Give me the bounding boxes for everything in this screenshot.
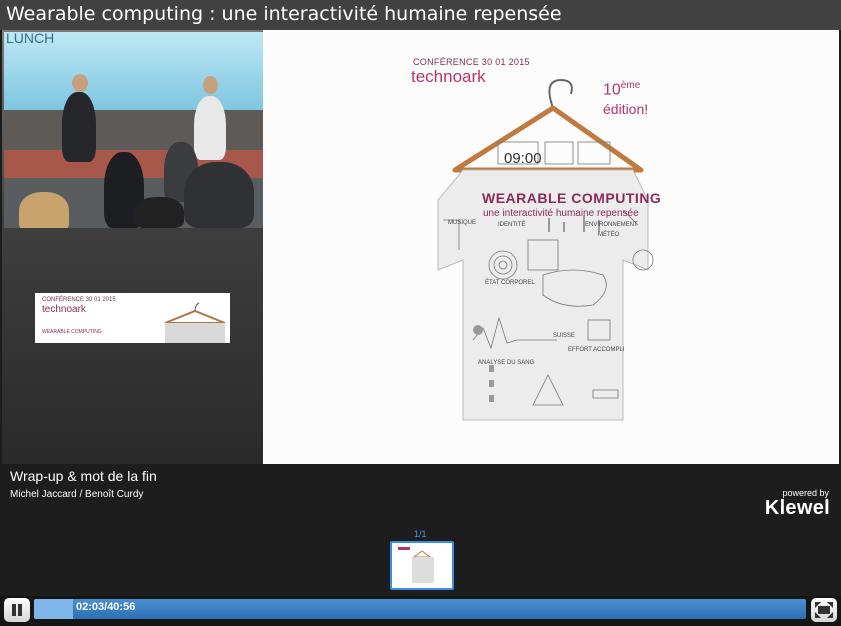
slide-clock: 09:00 — [504, 150, 542, 167]
label-meteo: MÉTÉO — [598, 232, 620, 238]
progress-fill — [34, 599, 73, 619]
pause-button[interactable] — [4, 598, 30, 622]
main-slide: CONFÉRENCE 30 01 2015 technoark 10ème éd… — [263, 30, 839, 464]
window-title: Wearable computing : une interactivité h… — [0, 0, 841, 30]
label-musique: MUSIQUE — [448, 220, 477, 226]
audience-5 — [134, 197, 184, 228]
slide-title: WEARABLE COMPUTING — [482, 190, 662, 206]
speaker-1 — [62, 92, 96, 162]
projection-text: LUNCH — [6, 32, 55, 46]
label-suisse: SUISSE — [553, 333, 576, 339]
hanger-shirt-graphic — [437, 78, 654, 421]
speaker-2 — [194, 96, 226, 160]
time-readout: 02:03/40:56 — [76, 601, 136, 613]
fullscreen-button[interactable] — [811, 598, 837, 622]
slide-thumbnail-graphic — [398, 547, 434, 583]
projection-screen: LUNCH — [4, 32, 263, 110]
speaker-2-head — [203, 76, 218, 94]
speaker-1-head — [72, 74, 88, 92]
label-environnement: ENVIRONNEMENT — [585, 222, 638, 228]
talk-title: Wrap-up & mot de la fin — [10, 468, 157, 484]
audience-3 — [184, 162, 254, 228]
label-effort: EFFORT ACCOMPLI — [568, 347, 625, 353]
slide-thumbnail[interactable] — [390, 541, 454, 590]
label-etat: ÉTAT CORPOREL — [485, 280, 535, 286]
small-slide-hanger-graphic — [164, 302, 226, 343]
talk-speakers: Michel Jaccard / Benoît Curdy — [10, 489, 144, 500]
video-player[interactable]: LUNCH — [4, 32, 263, 228]
audience-4 — [19, 192, 69, 228]
slide-counter: 1/1 — [414, 529, 427, 539]
label-analyse: ANALYSE DU SANG — [478, 360, 535, 366]
slide-subtitle: une interactivité humaine repensée — [483, 208, 639, 219]
klewel-logo[interactable]: Klewel — [765, 497, 830, 520]
fullscreen-icon — [815, 602, 833, 618]
slide-preview-small: CONFÉRENCE 30 01 2015 technoark WEARABLE… — [35, 293, 230, 343]
pause-icon-bar-right — [18, 604, 22, 616]
label-identite: IDENTITÉ — [498, 222, 526, 228]
progress-bar[interactable] — [34, 599, 806, 619]
pause-icon-bar-left — [12, 604, 16, 616]
